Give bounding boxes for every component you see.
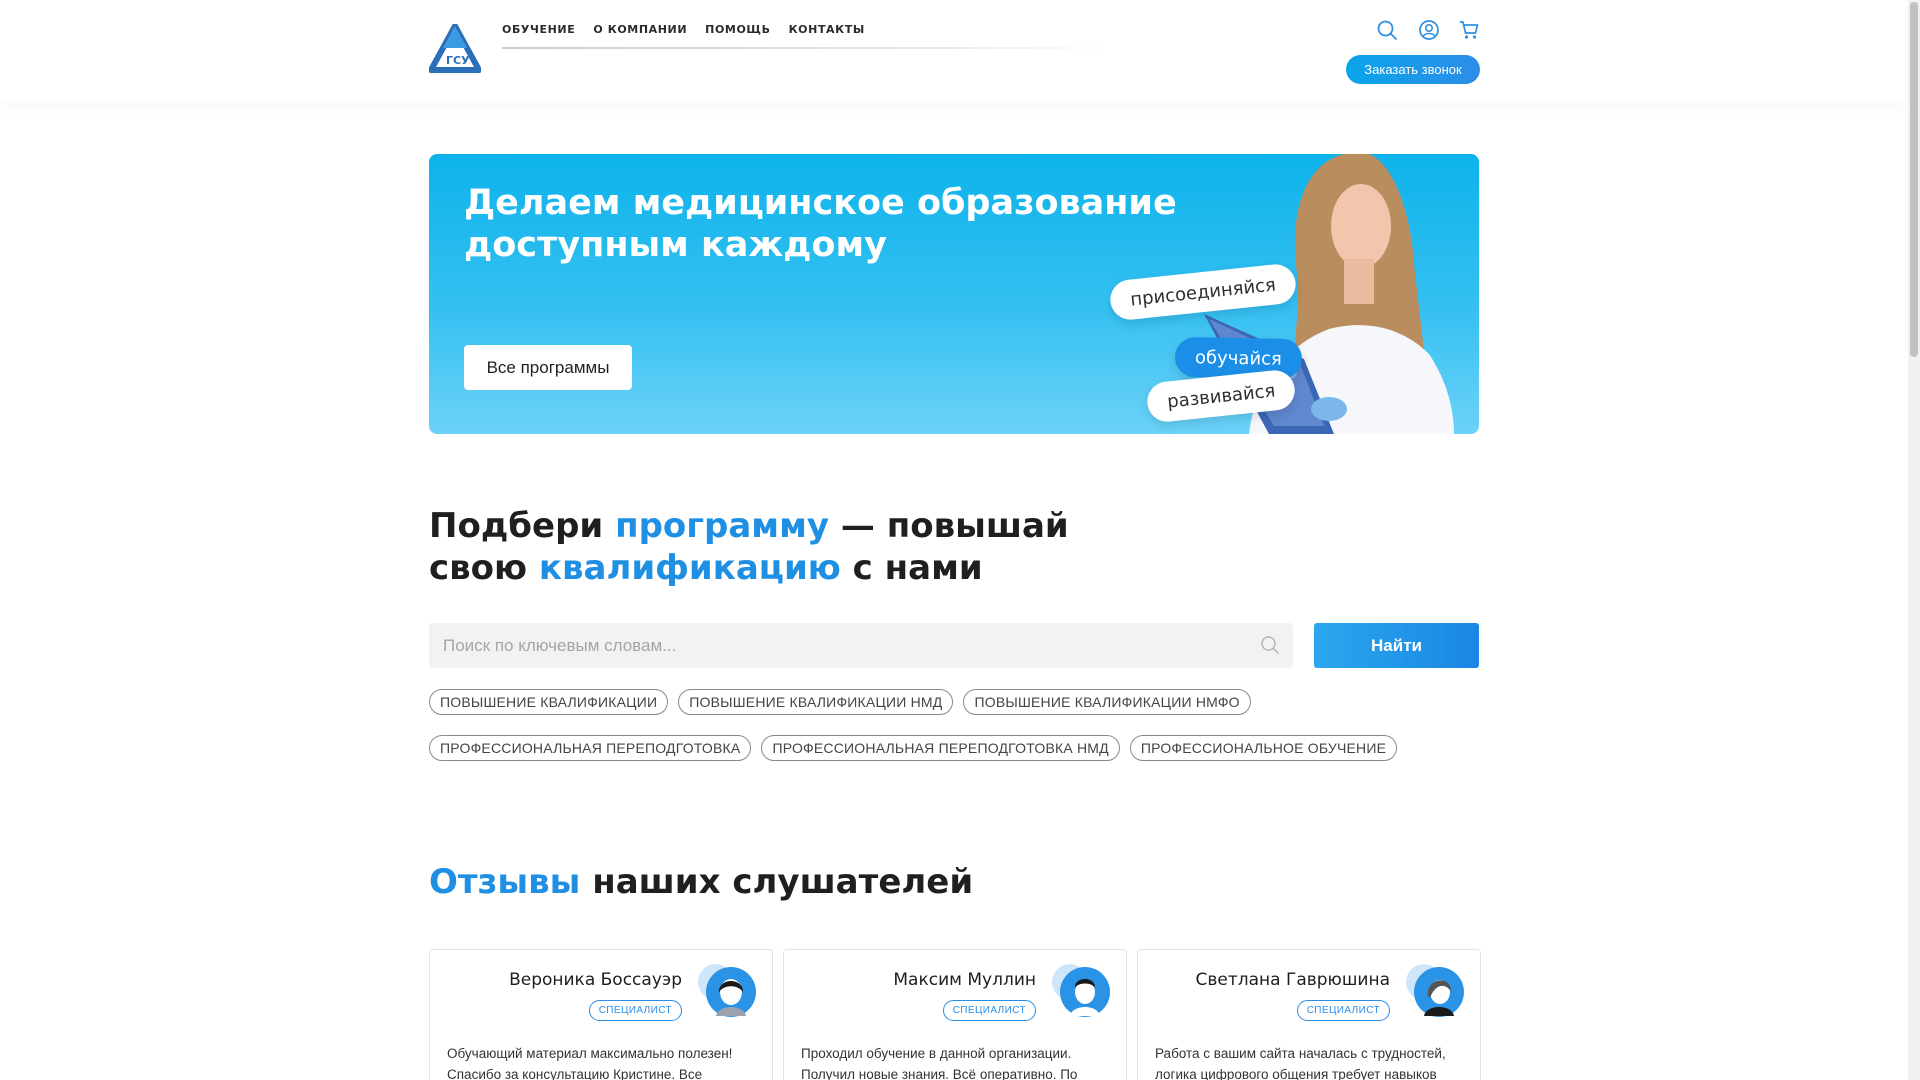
reviews-heading-text: наших слушателей [580, 862, 974, 902]
programs-heading-text: свою [429, 548, 539, 588]
logo-text: ГСУ [446, 54, 470, 67]
user-icon[interactable] [1418, 19, 1440, 41]
cart-icon[interactable] [1458, 19, 1480, 41]
site-header: ГСУ ОБУЧЕНИЕ О КОМПАНИИ ПОМОЩЬ КОНТАКТЫ … [0, 0, 1908, 101]
review-text: Проходил обучение в данной организации. … [801, 1046, 1078, 1080]
reviews-heading-accent: Отзывы [429, 862, 581, 902]
review-card: Светлана Гаврюшина СПЕЦИАЛИСТ Работа с в… [1137, 949, 1481, 1080]
reviewer-role-badge: СПЕЦИАЛИСТ [1296, 1000, 1390, 1021]
programs-heading-text: с нами [840, 548, 983, 588]
programs-heading-accent: программу [615, 506, 830, 546]
nav-divider [502, 47, 1112, 49]
tag-qualification-nmd[interactable]: ПОВЫШЕНИЕ КВАЛИФИКАЦИИ НМД [678, 689, 954, 715]
scrollbar-thumb[interactable] [1910, 2, 1918, 357]
main-nav: ОБУЧЕНИЕ О КОМПАНИИ ПОМОЩЬ КОНТАКТЫ [502, 23, 883, 36]
reviewer-role-badge: СПЕЦИАЛИСТ [588, 1000, 682, 1021]
reviewer-name: Светлана Гаврюшина [1195, 970, 1390, 990]
programs-heading-text: — повышай [829, 506, 1069, 546]
programs-heading: Подбери программу — повышай свою квалифи… [429, 505, 1129, 589]
all-programs-button[interactable]: Все программы [464, 345, 632, 390]
tag-retraining-nmd[interactable]: ПРОФЕССИОНАЛЬНАЯ ПЕРЕПОДГОТОВКА НМД [761, 735, 1120, 761]
reviewer-name: Максим Муллин [893, 970, 1036, 990]
nav-item-education[interactable]: ОБУЧЕНИЕ [502, 23, 575, 36]
tag-professional-training[interactable]: ПРОФЕССИОНАЛЬНОЕ ОБУЧЕНИЕ [1129, 735, 1398, 761]
reviews-heading: Отзывы наших слушателей [429, 861, 1129, 903]
nav-item-contacts[interactable]: КОНТАКТЫ [789, 23, 865, 36]
logo[interactable]: ГСУ [429, 24, 481, 74]
order-call-button[interactable]: Заказать звонок [1346, 55, 1480, 84]
program-search-input[interactable] [429, 623, 1293, 668]
program-tags: ПОВЫШЕНИЕ КВАЛИФИКАЦИИ ПОВЫШЕНИЕ КВАЛИФИ… [429, 689, 1489, 761]
review-card: Максим Муллин СПЕЦИАЛИСТ Проходил обучен… [783, 949, 1127, 1080]
reviewer-name: Вероника Боссауэр [509, 970, 682, 990]
find-button[interactable]: Найти [1314, 623, 1479, 668]
page-scrollbar[interactable] [1908, 0, 1920, 1080]
search-icon[interactable] [1376, 19, 1398, 41]
review-text: Обучающий материал максимально полезен! … [447, 1046, 733, 1080]
hero-title: Делаем медицинское образование доступным… [464, 183, 1177, 265]
avatar [1406, 964, 1464, 1017]
nav-item-help[interactable]: ПОМОЩЬ [705, 23, 770, 36]
reviews-list: Вероника Боссауэр СПЕЦИАЛИСТ Обучающий м… [429, 949, 1481, 1080]
nav-item-about[interactable]: О КОМПАНИИ [593, 23, 687, 36]
tag-retraining[interactable]: ПРОФЕССИОНАЛЬНАЯ ПЕРЕПОДГОТОВКА [429, 735, 752, 761]
review-card: Вероника Боссауэр СПЕЦИАЛИСТ Обучающий м… [429, 949, 773, 1080]
avatar [698, 964, 756, 1017]
hero-banner: Делаем медицинское образование доступным… [429, 154, 1479, 434]
search-icon[interactable] [1260, 635, 1280, 655]
tag-qualification[interactable]: ПОВЫШЕНИЕ КВАЛИФИКАЦИИ [429, 689, 669, 715]
reviewer-role-badge: СПЕЦИАЛИСТ [942, 1000, 1036, 1021]
programs-heading-text: Подбери [429, 506, 616, 546]
review-text: Работа с вашим сайта началась с трудност… [1155, 1046, 1446, 1080]
avatar [1052, 964, 1110, 1017]
programs-heading-accent: квалификацию [538, 548, 841, 588]
tag-qualification-nmfo[interactable]: ПОВЫШЕНИЕ КВАЛИФИКАЦИИ НМФО [963, 689, 1251, 715]
